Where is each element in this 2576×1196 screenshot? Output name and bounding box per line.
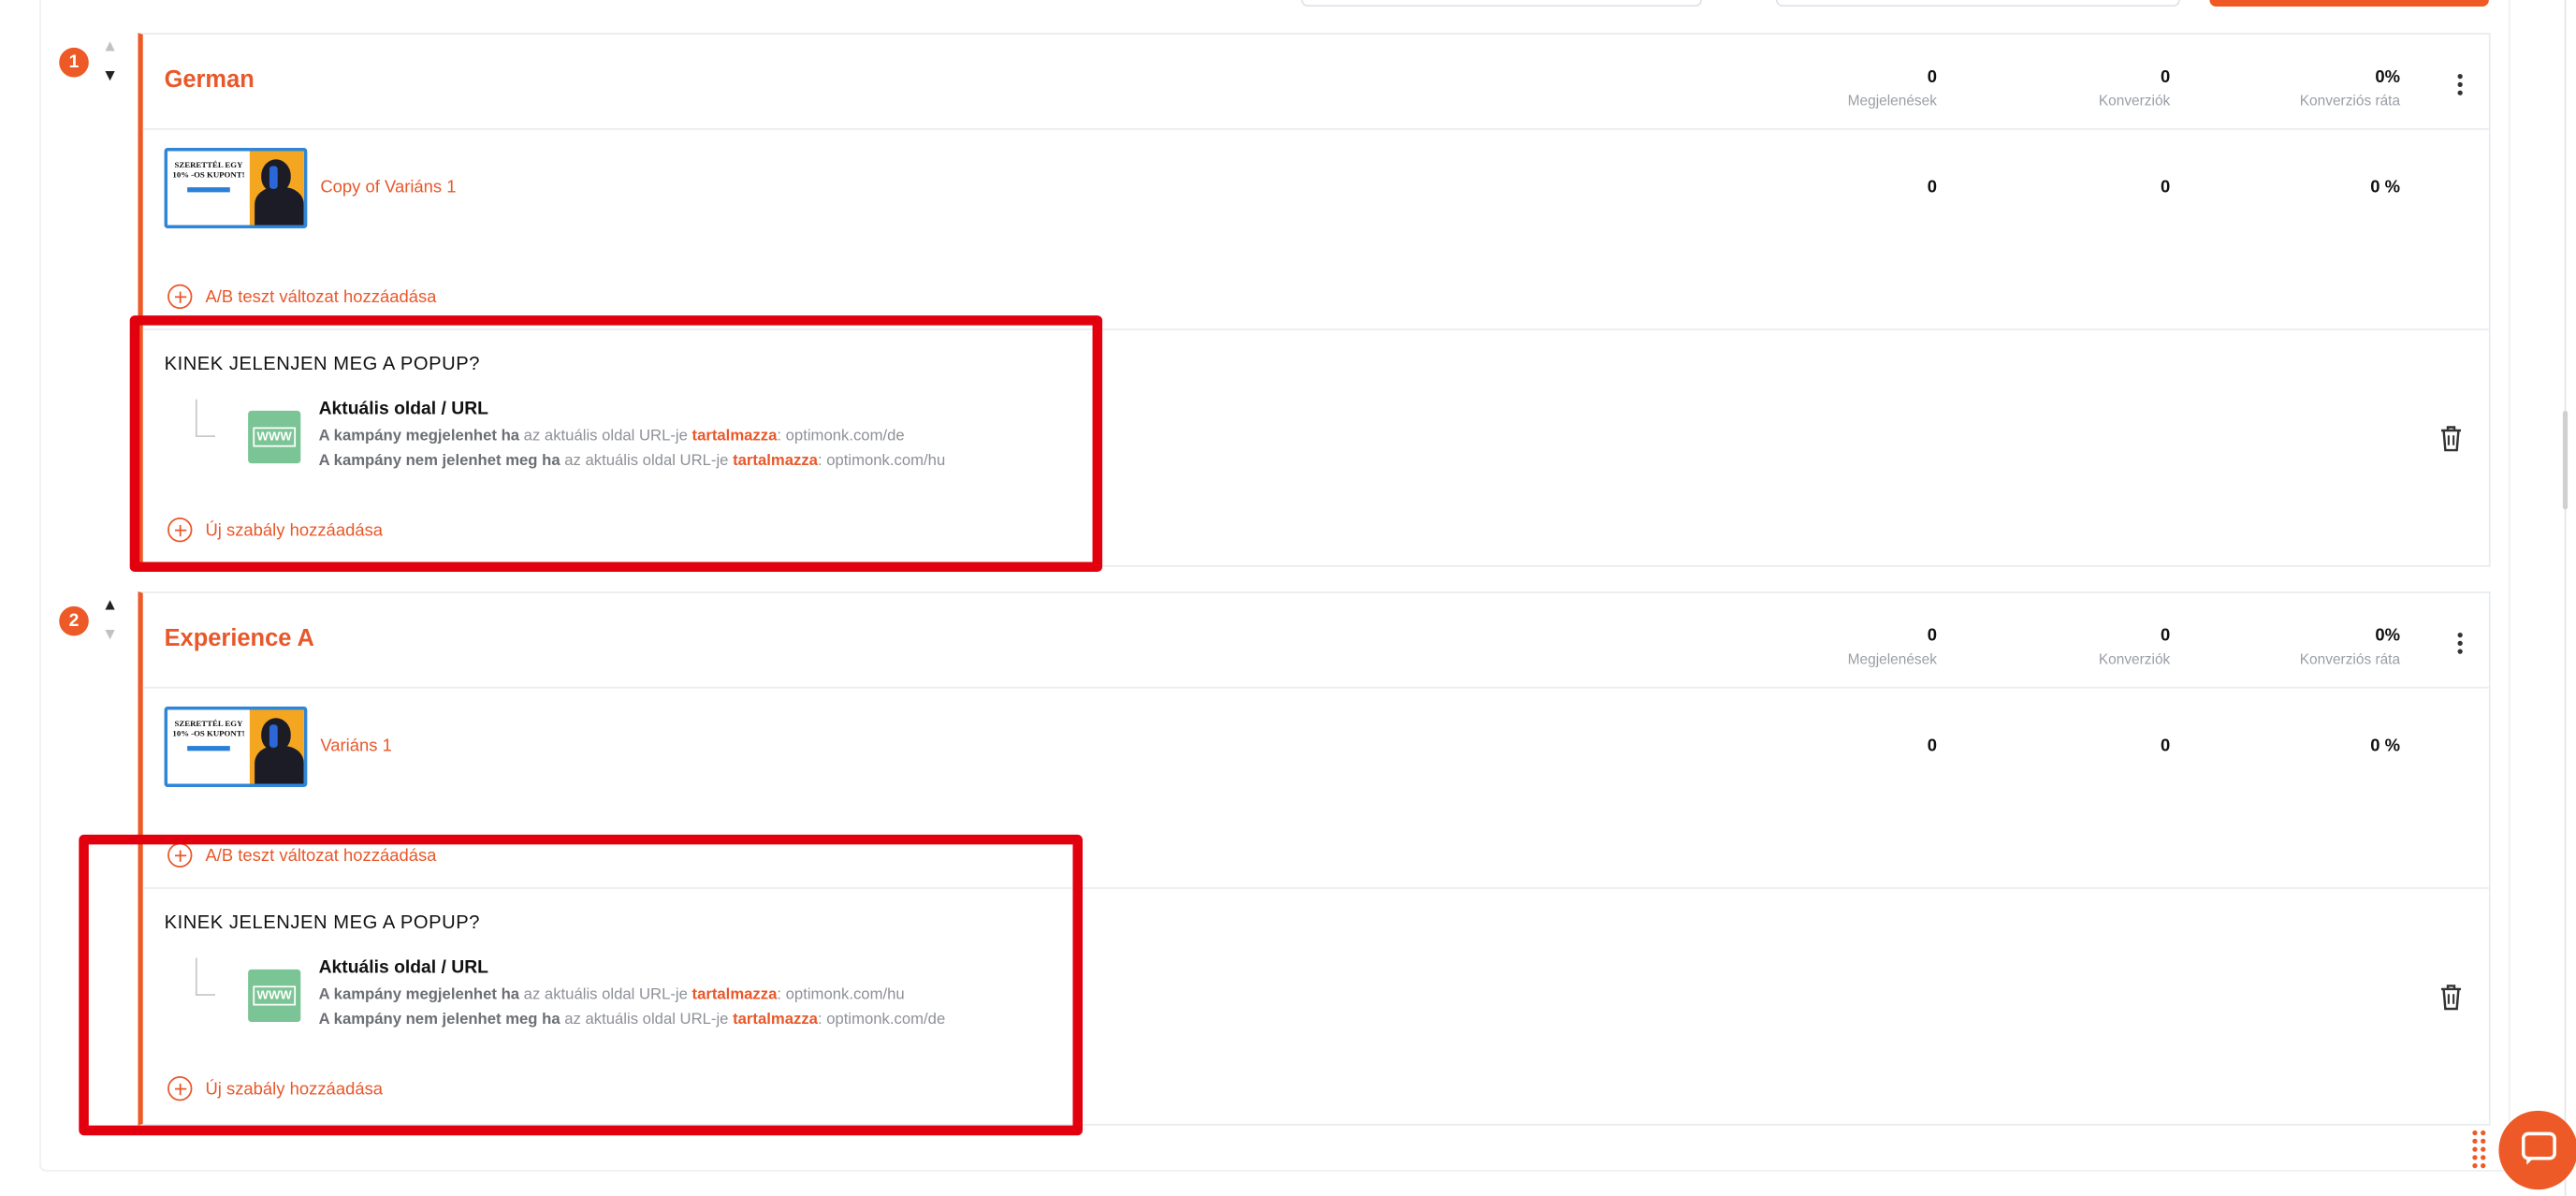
variant-conversions: 0	[2161, 736, 2171, 756]
chat-button[interactable]	[2498, 1110, 2576, 1190]
impressions-label: Megjelenések	[1847, 650, 1937, 667]
conversion-rate-stat: 0% Konverziós ráta	[2300, 626, 2400, 667]
impressions-value: 0	[1927, 625, 1937, 646]
experience-index-badge: 2	[59, 605, 89, 636]
thumbnail-text: SZERETTÉL EGY 10% -OS KUPONT!	[172, 162, 245, 182]
plus-circle-icon	[167, 284, 193, 310]
top-filter-field[interactable]	[1301, 0, 1702, 7]
variant-conversion-rate: 0 %	[2370, 736, 2401, 756]
variant-thumbnail[interactable]: SZERETTÉL EGY 10% -OS KUPONT!	[164, 706, 308, 787]
kebab-menu-icon[interactable]	[2457, 629, 2465, 657]
variant-name-link[interactable]: Variáns 1	[320, 737, 392, 756]
chevron-down-icon[interactable]: ▼	[100, 67, 120, 87]
experience-header: Experience A 0 Megjelenések 0 Konverziók…	[142, 593, 2489, 689]
conversion-rate-stat: 0% Konverziós ráta	[2300, 67, 2400, 109]
conversions-value: 0	[2161, 66, 2171, 88]
drag-dots-icon[interactable]	[2471, 1130, 2488, 1170]
conversions-stat: 0 Konverziók	[2099, 67, 2170, 109]
highlight-box	[129, 315, 1103, 572]
top-select-field[interactable]	[1775, 0, 2180, 7]
experience-title[interactable]: German	[165, 67, 255, 94]
variant-impressions: 0	[1927, 177, 1937, 197]
page-scrollbar[interactable]	[2564, 0, 2567, 1196]
experience-title[interactable]: Experience A	[165, 626, 314, 652]
variant-row: SZERETTÉL EGY 10% -OS KUPONT! Copy of Va…	[142, 130, 2489, 330]
chevron-up-icon[interactable]: ▲	[100, 596, 120, 616]
conversion-rate-label: Konverziós ráta	[2299, 650, 2401, 667]
trash-icon[interactable]	[2439, 985, 2463, 1011]
impressions-label: Megjelenések	[1847, 92, 1937, 109]
add-ab-test-button[interactable]: A/B teszt változat hozzáadása	[167, 284, 437, 310]
conversion-rate-value: 0%	[2375, 66, 2401, 88]
conversions-label: Konverziók	[2098, 92, 2171, 109]
page: 1 ▲ ▼ German 0 Megjelenések 0 Konverziók…	[0, 0, 2576, 1196]
trash-icon[interactable]	[2439, 426, 2463, 452]
conversions-value: 0	[2161, 625, 2171, 646]
conversion-rate-label: Konverziós ráta	[2299, 92, 2401, 109]
experience-index-badge: 1	[59, 47, 89, 78]
variant-conversion-rate: 0 %	[2370, 177, 2401, 197]
variant-thumbnail[interactable]: SZERETTÉL EGY 10% -OS KUPONT!	[164, 148, 308, 229]
add-ab-test-label: A/B teszt változat hozzáadása	[205, 286, 437, 307]
kebab-menu-icon[interactable]	[2457, 70, 2465, 98]
thumbnail-text: SZERETTÉL EGY 10% -OS KUPONT!	[172, 721, 245, 740]
scrollbar-thumb[interactable]	[2562, 410, 2569, 510]
conversion-rate-value: 0%	[2375, 625, 2401, 646]
variant-impressions: 0	[1927, 736, 1937, 756]
conversions-label: Konverziók	[2098, 650, 2171, 667]
impressions-stat: 0 Megjelenések	[1848, 626, 1937, 667]
impressions-value: 0	[1927, 66, 1937, 88]
chevron-up-icon[interactable]: ▲	[100, 37, 120, 57]
impressions-stat: 0 Megjelenések	[1848, 67, 1937, 109]
variant-conversions: 0	[2161, 177, 2171, 197]
experience-header: German 0 Megjelenések 0 Konverziók 0% Ko…	[142, 35, 2489, 130]
top-primary-button[interactable]	[2209, 0, 2489, 7]
variant-name-link[interactable]: Copy of Variáns 1	[320, 178, 456, 197]
chevron-down-icon[interactable]: ▼	[100, 626, 120, 646]
highlight-box	[79, 834, 1084, 1136]
conversions-stat: 0 Konverziók	[2099, 626, 2170, 667]
